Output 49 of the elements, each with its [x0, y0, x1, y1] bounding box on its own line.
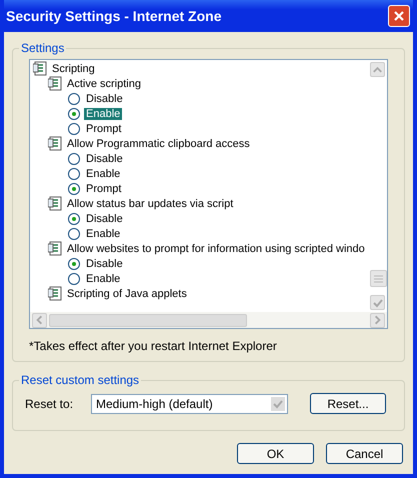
- radio-button[interactable]: [68, 272, 80, 284]
- setting-label: Scripting of Java applets: [67, 288, 187, 300]
- radio-button[interactable]: [68, 212, 80, 224]
- dialog-button[interactable]: OK: [237, 443, 314, 464]
- option-label[interactable]: Prompt: [84, 182, 124, 194]
- settings-list[interactable]: [29, 59, 388, 329]
- level-dropdown[interactable]: Medium-high (default): [91, 394, 288, 414]
- option-label[interactable]: Enable: [84, 272, 122, 284]
- window-title: Security Settings - Internet Zone: [6, 8, 222, 24]
- option-label[interactable]: Enable: [84, 108, 122, 120]
- dropdown-icon: [271, 396, 285, 410]
- setting-label: Allow status bar updates via script: [67, 198, 234, 210]
- close-button[interactable]: [388, 5, 410, 27]
- radio-button[interactable]: [68, 258, 80, 270]
- option-label[interactable]: Enable: [84, 228, 122, 240]
- setting-icon: [33, 61, 48, 76]
- radio-button[interactable]: [68, 152, 80, 164]
- radio-button[interactable]: [68, 108, 80, 120]
- setting-label: Allow websites to prompt for information using scripted windo: [67, 242, 365, 254]
- scroll-thumb[interactable]: [370, 270, 387, 287]
- scroll-thumb[interactable]: [49, 314, 247, 326]
- check-icon: [372, 296, 384, 308]
- option-label[interactable]: Disable: [84, 92, 125, 104]
- setting-label: Allow Programmatic clipboard access: [67, 138, 250, 150]
- option-label[interactable]: Disable: [84, 212, 125, 224]
- category-label: Scripting: [52, 62, 95, 74]
- reset-button[interactable]: Reset...: [310, 393, 386, 414]
- radio-button[interactable]: [68, 122, 80, 134]
- radio-button[interactable]: [68, 168, 80, 180]
- option-label[interactable]: Disable: [84, 152, 125, 164]
- radio-button[interactable]: [68, 182, 80, 194]
- setting-icon: [48, 76, 63, 91]
- radio-button[interactable]: [68, 92, 80, 104]
- setting-icon: [48, 286, 63, 301]
- setting-icon: [48, 196, 63, 211]
- option-label[interactable]: Disable: [84, 258, 125, 270]
- setting-icon: [48, 136, 63, 151]
- dialog-button[interactable]: Cancel: [326, 443, 403, 464]
- setting-label: Active scripting: [67, 78, 141, 90]
- reset-label: Reset to:: [25, 396, 74, 410]
- note-text: *Takes effect after you restart Internet Explorer: [29, 339, 278, 353]
- group-title: Reset custom settings: [19, 373, 142, 387]
- close-icon: [393, 10, 405, 22]
- radio-button[interactable]: [68, 228, 80, 240]
- grip-icon: [374, 274, 383, 282]
- option-label[interactable]: Enable: [84, 168, 122, 180]
- setting-icon: [48, 241, 63, 256]
- option-label[interactable]: Prompt: [84, 122, 124, 134]
- group-title: Settings: [19, 41, 66, 55]
